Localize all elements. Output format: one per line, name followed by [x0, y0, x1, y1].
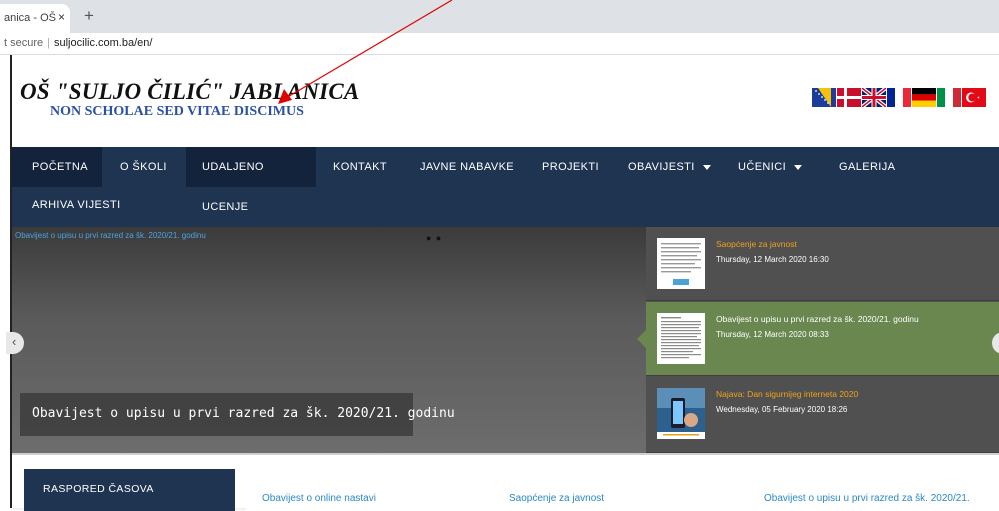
- nav-item-ucenici[interactable]: UČENICI: [726, 147, 814, 187]
- site-motto: NON SCHOLAE SED VITAE DISCIMUS: [50, 104, 304, 119]
- side-item-title: Najava: Dan sigurnijeg interneta 2020: [716, 389, 859, 399]
- nav-item-obavijesti[interactable]: OBAVIJESTI: [616, 147, 723, 187]
- raspored-casova-button[interactable]: RASPORED ČASOVA: [24, 469, 235, 511]
- news-link[interactable]: Saopćenje za javnost: [509, 493, 604, 504]
- address-bar[interactable]: t secure | suljocilic.com.ba/en/: [0, 33, 999, 55]
- nav-item-projekti[interactable]: PROJEKTI: [530, 147, 611, 187]
- news-thumbnail: [657, 238, 705, 289]
- slide-main[interactable]: Obavijest o upisu u prvi razred za šk. 2…: [6, 227, 646, 453]
- language-flags: [812, 88, 986, 110]
- browser-tab[interactable]: anica - OŠ ×: [0, 4, 70, 33]
- security-label[interactable]: t secure: [4, 37, 43, 49]
- nav-item-udaljeno-ucenje[interactable]: UDALJENO UCENJE: [186, 147, 316, 213]
- nav-item-ucenici-label: UČENICI: [738, 161, 787, 173]
- active-pointer: [637, 330, 646, 348]
- url-text[interactable]: suljocilic.com.ba/en/: [54, 37, 152, 49]
- nav-item-pocetna[interactable]: POČETNA: [12, 147, 102, 187]
- nav-item-kontakt[interactable]: KONTAKT: [321, 147, 399, 187]
- caret-down-icon: [794, 164, 803, 170]
- website: OŠ "SULJO ČILIĆ" JABLANICA NON SCHOLAE S…: [6, 55, 999, 511]
- bosnia-flag[interactable]: [812, 88, 836, 107]
- news-link[interactable]: Obavijest o upisu u prvi razred za šk. 2…: [764, 493, 970, 504]
- germany-flag[interactable]: [912, 88, 936, 107]
- address-separator: |: [47, 37, 50, 49]
- slide-dots[interactable]: ● ●: [426, 233, 442, 243]
- france-flag[interactable]: [887, 88, 911, 107]
- slide-caption[interactable]: Obavijest o upisu u prvi razred za šk. 2…: [20, 393, 455, 436]
- side-item[interactable]: Saopćenje za javnost Thursday, 12 March …: [646, 227, 999, 301]
- nav-item-arhiva-vijesti[interactable]: ARHIVA VIJESTI: [20, 185, 133, 225]
- side-item-date: Thursday, 12 March 2020 08:33: [716, 330, 829, 339]
- close-icon[interactable]: ×: [58, 10, 65, 24]
- italy-flag[interactable]: [937, 88, 961, 107]
- caret-down-icon: [702, 164, 711, 170]
- nav-item-javne-nabavke[interactable]: JAVNE NABAVKE: [408, 147, 526, 187]
- news-thumbnail: [657, 313, 705, 364]
- denmark-flag[interactable]: [837, 88, 861, 107]
- chevron-left-icon[interactable]: ‹: [6, 332, 24, 354]
- side-item-title: Obavijest o upisu u prvi razred za šk. 2…: [716, 314, 919, 324]
- news-slider: Obavijest o upisu u prvi razred za šk. 2…: [6, 227, 999, 453]
- news-link[interactable]: Obavijest o online nastavi: [262, 493, 376, 504]
- new-tab-button[interactable]: +: [84, 6, 94, 26]
- side-item-title: Saopćenje za javnost: [716, 239, 797, 249]
- main-nav: POČETNA O ŠKOLI UDALJENO UCENJE KONTAKT …: [12, 147, 999, 227]
- slide-image[interactable]: Obavijest o upisu u prvi razred za šk. 2…: [15, 231, 206, 240]
- browser-tab-bar: anica - OŠ × +: [0, 0, 999, 33]
- news-thumbnail: [657, 388, 705, 439]
- tab-title: anica - OŠ: [4, 12, 56, 24]
- uk-flag[interactable]: [862, 88, 886, 107]
- nav-item-galerija[interactable]: GALERIJA: [827, 147, 907, 187]
- slider-side-list: Saopćenje za javnost Thursday, 12 March …: [637, 227, 999, 453]
- side-item[interactable]: Najava: Dan sigurnijeg interneta 2020 We…: [646, 377, 999, 453]
- side-item-date: Thursday, 12 March 2020 16:30: [716, 255, 829, 264]
- nav-item-obavijesti-label: OBAVIJESTI: [628, 161, 695, 173]
- site-title[interactable]: OŠ "SULJO ČILIĆ" JABLANICA: [20, 79, 359, 105]
- nav-item-o-skoli[interactable]: O ŠKOLI: [108, 147, 179, 187]
- side-item-date: Wednesday, 05 February 2020 18:26: [716, 405, 848, 414]
- side-item[interactable]: Obavijest o upisu u prvi razred za šk. 2…: [637, 302, 999, 376]
- turkey-flag[interactable]: [962, 88, 986, 107]
- lower-section: RASPORED ČASOVA Obavijest o online nasta…: [12, 453, 999, 511]
